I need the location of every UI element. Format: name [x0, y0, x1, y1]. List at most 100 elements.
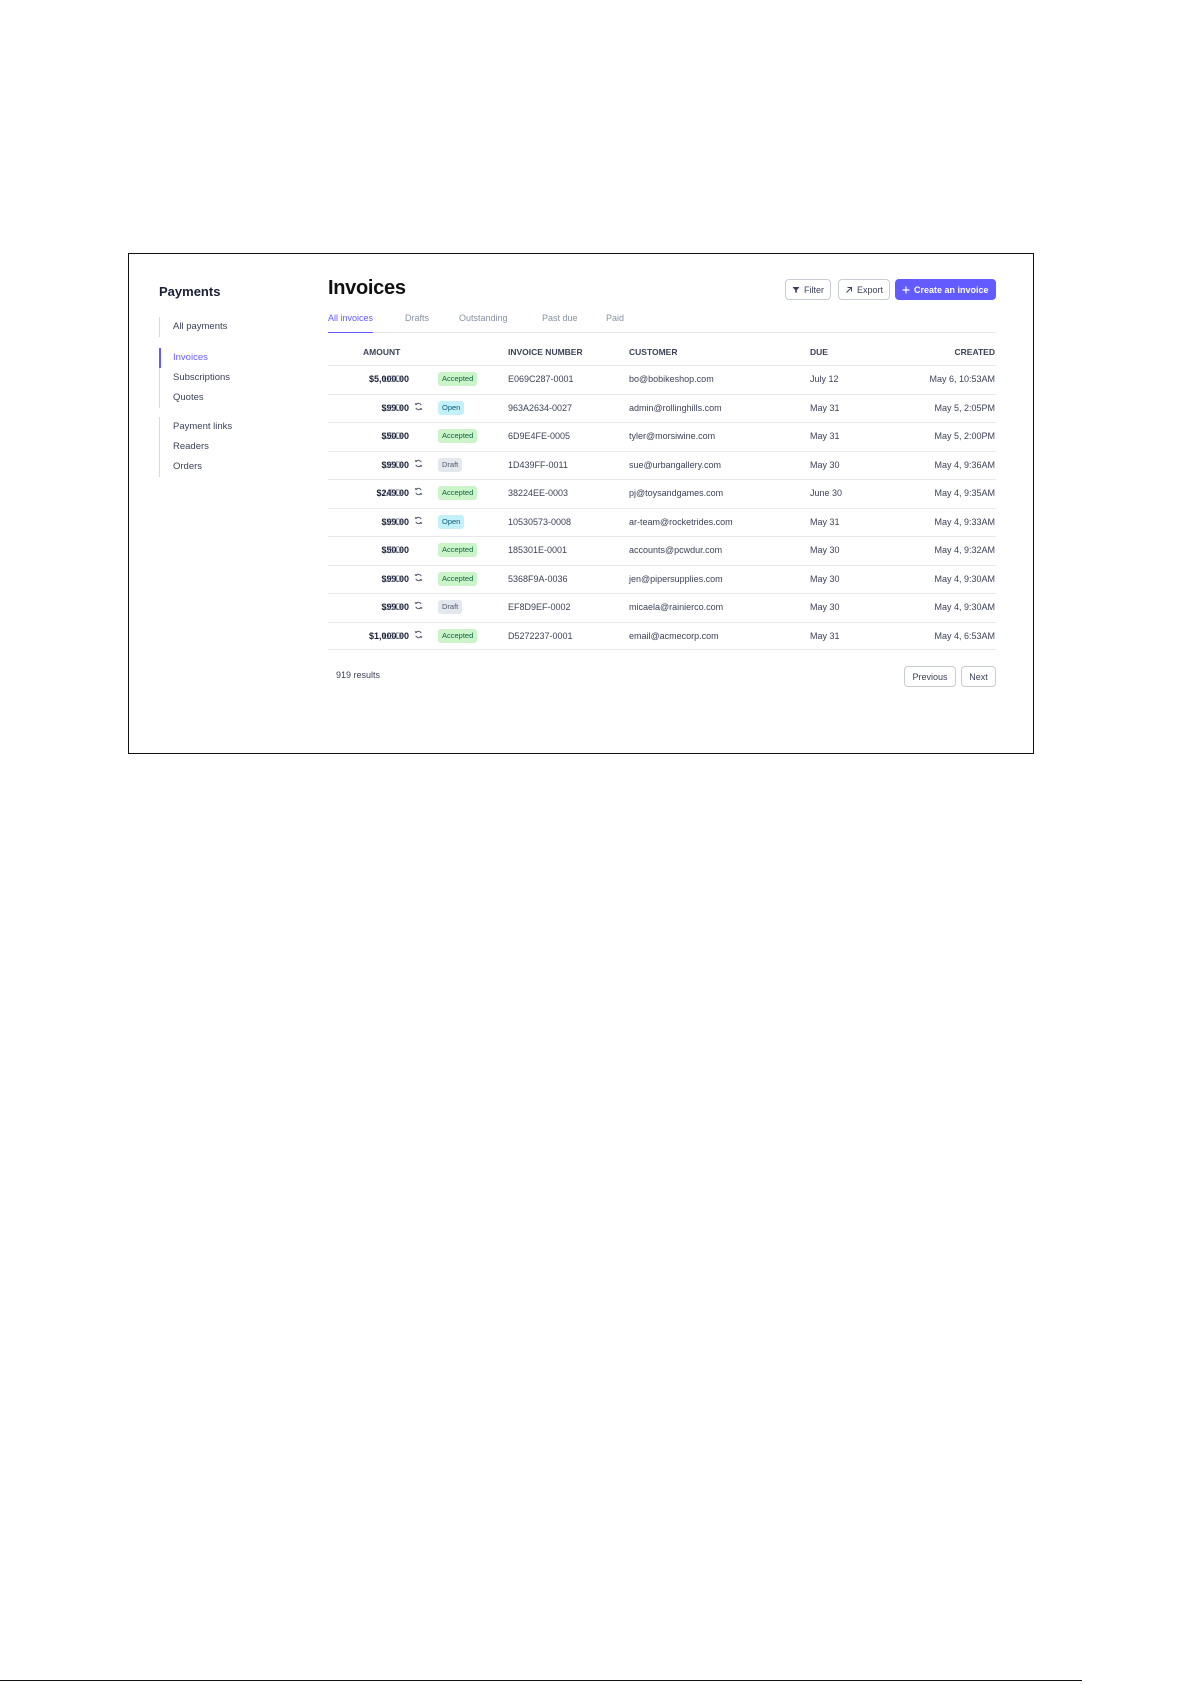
column-header-invoice-number: INVOICE NUMBER [508, 347, 583, 357]
invoice-created: May 6, 10:53AM [929, 374, 995, 384]
recurring-icon [414, 630, 423, 641]
invoice-number: 38224EE-0003 [508, 488, 569, 498]
status-badge: Draft [438, 457, 463, 472]
invoice-customer: tyler@morsiwine.com [629, 431, 716, 441]
table-header: AMOUNT INVOICE NUMBER CUSTOMER DUE CREAT… [328, 347, 996, 363]
column-header-customer: CUSTOMER [629, 347, 678, 357]
recurring-icon [414, 601, 423, 612]
table-row[interactable]: $5,000.00 USD Accepted E069C287-0001 bo@bobi… [328, 365, 996, 394]
results-count: 919 results [336, 670, 381, 680]
invoice-due: May 30 [810, 459, 840, 470]
next-button[interactable]: Next [961, 666, 996, 687]
sidebar-item-all-payments[interactable]: All payments [160, 317, 227, 337]
invoice-currency: USD [383, 602, 403, 612]
status-badge: Accepted [438, 571, 478, 586]
invoice-created: May 5, 2:05PM [934, 402, 995, 413]
recurring-icon [414, 402, 423, 413]
create-invoice-button-label: Create an invoice [914, 284, 989, 295]
invoice-number: 5368F9A-0036 [508, 573, 568, 584]
invoice-due: May 31 [810, 431, 840, 441]
invoice-number: EF8D9EF-0002 [508, 602, 571, 612]
sidebar-title: Payments [159, 284, 221, 299]
recurring-icon [414, 573, 423, 584]
plus-icon [902, 286, 910, 294]
table-row[interactable]: $99.00 USD Draft 1D439FF-0011 sue@urbangalle… [328, 450, 996, 480]
status-badge: Accepted [438, 372, 478, 386]
invoice-created: May 4, 9:35AM [934, 488, 995, 498]
sidebar-item-payment-links[interactable]: Payment links [160, 417, 232, 437]
invoice-currency: USD [383, 516, 403, 527]
invoice-customer: bo@bobikeshop.com [629, 374, 714, 384]
table-row[interactable]: $50.00 USD Accepted 185301E-0001 accounts@pc… [328, 536, 996, 565]
arrow-up-right-icon [845, 286, 853, 294]
sidebar-item-subscriptions[interactable]: Subscriptions [160, 368, 230, 388]
invoice-due: July 12 [810, 374, 839, 384]
table-row[interactable]: $249.00 USD Accepted 38224EE-0003 pj@toysand… [328, 479, 996, 508]
status-badge: Open [438, 400, 465, 415]
sidebar-item-quotes[interactable]: Quotes [160, 388, 230, 408]
sidebar-item-invoices[interactable]: Invoices [159, 348, 230, 368]
invoice-created: May 4, 9:36AM [934, 459, 995, 470]
invoice-number: 6D9E4FE-0005 [508, 431, 571, 441]
table-row[interactable]: $50.00 USD Accepted 6D9E4FE-0005 tyler@morsi… [328, 422, 996, 451]
sidebar-group-payments: All payments [159, 317, 227, 337]
status-badge: Accepted [438, 543, 478, 557]
column-header-created: CREATED [954, 347, 995, 357]
invoice-due: May 31 [810, 516, 840, 527]
tab-outstanding[interactable]: Outstanding [459, 313, 508, 333]
tab-past-due[interactable]: Past due [542, 313, 578, 333]
invoice-currency: USD [383, 431, 403, 441]
tab-drafts[interactable]: Drafts [405, 313, 429, 333]
invoice-customer: sue@urbangallery.com [629, 459, 722, 470]
invoice-tabs: All invoices Drafts Outstanding Past due… [328, 311, 996, 333]
table-row[interactable]: $99.00 USD Open 10530573-0008 ar-team@rocket… [328, 507, 996, 537]
create-invoice-button[interactable]: Create an invoice [895, 279, 996, 300]
invoice-created: May 4, 9:32AM [934, 545, 995, 555]
invoice-currency: USD [383, 459, 403, 470]
invoice-currency: USD [383, 374, 403, 384]
invoice-due: May 30 [810, 573, 840, 584]
invoice-due: May 31 [810, 630, 840, 641]
table-row[interactable]: $99.00 USD Draft EF8D9EF-0002 micaela@rainie… [328, 593, 996, 622]
filter-button-label: Filter [804, 284, 824, 295]
tab-paid[interactable]: Paid [606, 313, 624, 333]
invoice-currency: USD [383, 573, 403, 584]
status-badge: Draft [438, 600, 463, 614]
invoices-table-body: $5,000.00 USD Accepted E069C287-0001 bo@bobi… [328, 365, 996, 650]
export-button[interactable]: Export [838, 279, 891, 300]
table-row[interactable]: $99.00 USD Accepted 5368F9A-0036 jen@pipersu… [328, 564, 996, 594]
invoice-currency: USD [383, 545, 403, 555]
status-badge: Open [438, 514, 465, 529]
status-badge: Accepted [438, 429, 478, 443]
invoice-number: 185301E-0001 [508, 545, 568, 555]
invoice-customer: ar-team@rocketrides.com [629, 516, 733, 527]
table-row[interactable]: $1,000.00 USD Accepted D5272237-0001 email@a… [328, 621, 996, 650]
invoice-currency: USD [383, 402, 403, 413]
invoice-created: May 4, 6:53AM [934, 630, 995, 641]
sidebar-item-readers[interactable]: Readers [160, 437, 232, 457]
invoice-customer: accounts@pcwdur.com [629, 545, 723, 555]
invoice-number: 10530573-0008 [508, 516, 572, 527]
invoice-created: May 4, 9:33AM [934, 516, 995, 527]
invoice-customer: email@acmecorp.com [629, 630, 719, 641]
sidebar-item-orders[interactable]: Orders [160, 457, 232, 477]
invoice-created: May 4, 9:30AM [934, 573, 995, 584]
tab-all-invoices[interactable]: All invoices [328, 313, 374, 333]
invoice-due: June 30 [810, 488, 843, 498]
invoice-number: 1D439FF-0011 [508, 459, 568, 470]
invoice-customer: pj@toysandgames.com [629, 488, 724, 498]
table-row[interactable]: $99.00 USD Open 963A2634-0027 admin@rollingh… [328, 393, 996, 423]
column-header-amount: AMOUNT [363, 347, 401, 357]
previous-button[interactable]: Previous [904, 666, 956, 687]
filter-button[interactable]: Filter [785, 279, 831, 300]
funnel-icon [792, 286, 800, 294]
invoice-customer: admin@rollinghills.com [629, 402, 722, 413]
sidebar-group-billing: Invoices Subscriptions Quotes [159, 348, 230, 408]
page-title: Invoices [328, 277, 406, 299]
invoice-due: May 30 [810, 602, 840, 612]
invoice-currency: USD [383, 488, 403, 498]
invoice-currency: USD [383, 630, 403, 641]
invoice-created: May 5, 2:00PM [934, 431, 995, 441]
invoice-customer: jen@pipersupplies.com [629, 573, 723, 584]
recurring-icon [414, 487, 423, 498]
